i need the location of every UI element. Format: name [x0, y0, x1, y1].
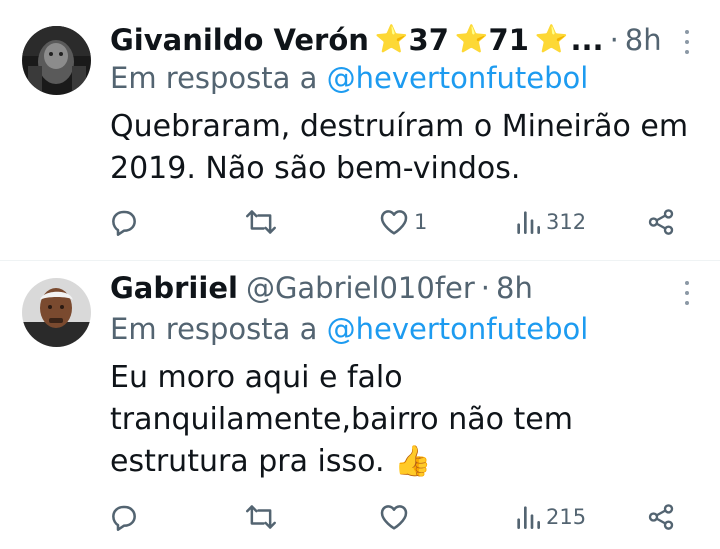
reply-mention-link[interactable]: @hevertonfutebol [327, 312, 589, 346]
badge-count: 37 [408, 23, 449, 57]
share-icon [646, 501, 676, 533]
view-count: 312 [546, 210, 587, 234]
retweet-button[interactable] [244, 497, 278, 537]
tweet-text-line: 2019. Não são bem-vindos. [110, 151, 521, 186]
reply-prefix: Em resposta a [110, 312, 318, 346]
star-icon: ⭐ [374, 24, 409, 55]
tweet-text: Quebraram, destruíram o Mineirão em 2019… [110, 106, 700, 190]
separator-dot: · [480, 271, 491, 305]
view-count: 215 [546, 505, 587, 529]
more-icon[interactable] [682, 281, 692, 305]
tweet-text: Eu moro aqui e falo tranquilamente,bairr… [110, 357, 700, 483]
like-button[interactable]: 1 [378, 202, 427, 242]
like-icon [378, 206, 410, 238]
tweet-header: Gabriiel @Gabriel010fer · 8h [110, 266, 533, 310]
share-button[interactable] [646, 202, 676, 242]
reply-context: Em resposta a @hevertonfutebol [110, 58, 588, 98]
display-name[interactable]: Gabriiel [110, 266, 238, 310]
like-icon [378, 501, 410, 533]
tweet-text-line: Eu moro aqui e falo [110, 360, 403, 395]
like-button[interactable] [378, 497, 414, 537]
views-button[interactable]: 312 [514, 202, 586, 242]
avatar[interactable] [22, 26, 91, 95]
star-icon: ⭐ [534, 24, 569, 55]
reply-button[interactable] [108, 497, 140, 537]
avatar[interactable] [22, 278, 91, 347]
tweet-text-line: Quebraram, destruíram o Mineirão em [110, 109, 689, 144]
timestamp[interactable]: 8h [625, 18, 662, 62]
reply-context: Em resposta a @hevertonfutebol [110, 309, 588, 349]
reply-prefix: Em resposta a [110, 61, 318, 95]
separator-dot: · [609, 23, 619, 57]
views-button[interactable]: 215 [514, 497, 586, 537]
reply-button[interactable] [108, 202, 140, 242]
badge-count: 71 [488, 23, 529, 57]
action-bar: 1 312 [0, 202, 720, 242]
tweet-2[interactable]: Gabriiel @Gabriel010fer · 8h Em resposta… [0, 261, 720, 549]
tweet-text-line: tranquilamente,bairro não tem [110, 402, 573, 437]
views-icon [514, 206, 542, 238]
action-bar: 215 [0, 497, 720, 537]
share-button[interactable] [646, 497, 676, 537]
like-count: 1 [414, 210, 428, 234]
retweet-icon [244, 501, 278, 533]
retweet-button[interactable] [244, 202, 278, 242]
display-name[interactable]: Givanildo Verón [110, 18, 369, 62]
timestamp[interactable]: 8h [496, 266, 533, 310]
thumbs-up-emoji: 👍 [394, 444, 432, 479]
retweet-icon [244, 206, 278, 238]
user-handle[interactable]: @Gabriel010fer [246, 266, 475, 310]
reply-mention-link[interactable]: @hevertonfutebol [327, 61, 589, 95]
tweet-text-line: estrutura pra isso. 👍 [110, 441, 700, 483]
name-overflow: ... [570, 23, 604, 57]
tweet-1[interactable]: Givanildo Verón ⭐ 37 ⭐ 71 ⭐ ... · 8h Em … [0, 0, 720, 260]
tweet-text-segment: estrutura pra isso. [110, 444, 385, 479]
tweet-header: Givanildo Verón ⭐ 37 ⭐ 71 ⭐ ... · 8h [110, 18, 662, 62]
reply-icon [108, 206, 140, 238]
star-icon: ⭐ [454, 24, 489, 55]
views-icon [514, 501, 542, 533]
more-icon[interactable] [682, 30, 692, 54]
share-icon [646, 206, 676, 238]
reply-icon [108, 501, 140, 533]
